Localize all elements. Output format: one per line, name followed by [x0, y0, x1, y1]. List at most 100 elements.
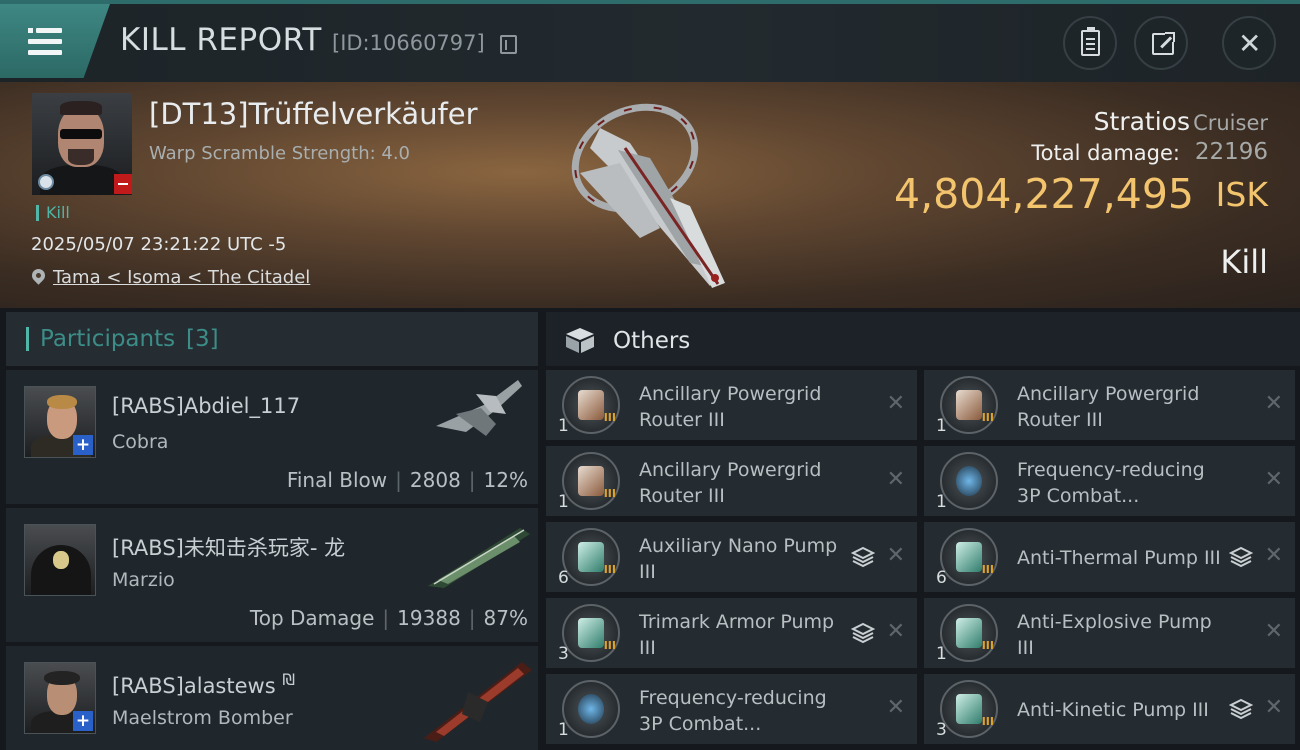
participant-ship: Marzio — [112, 569, 175, 591]
menu-button[interactable] — [0, 4, 110, 78]
armor-pump-icon: III — [940, 680, 998, 738]
copy-icon[interactable] — [500, 35, 517, 54]
participant-name: [RABS]Abdiel_117 — [112, 394, 301, 418]
armor-pump-icon: III — [562, 528, 620, 586]
destroyed-x-icon: ✕ — [886, 467, 905, 492]
combat-module-icon — [940, 452, 998, 510]
destroyed-x-icon: ✕ — [1264, 543, 1283, 568]
item-row[interactable]: III 3 Trimark Armor Pump III ✕ — [546, 598, 917, 668]
item-name: Anti-Kinetic Pump III — [1017, 699, 1209, 721]
item-name: Frequency-reducing 3P Combat... — [1017, 459, 1205, 507]
item-name: Auxiliary Nano Pump III — [639, 535, 838, 583]
participant-ship-image — [428, 528, 530, 588]
item-row[interactable]: III 6 Auxiliary Nano Pump III ✕ — [546, 522, 917, 592]
share-button[interactable] — [1134, 16, 1188, 70]
powergrid-router-icon: III — [940, 376, 998, 434]
stack-icon — [1229, 546, 1253, 568]
page-title: KILL REPORT — [120, 22, 322, 58]
item-row[interactable]: III 1 Ancillary Powergrid Router III ✕ — [546, 370, 917, 440]
participant-ship: Maelstrom Bomber — [112, 707, 293, 729]
participant-row[interactable]: [RABS]未知击杀玩家- 龙 Marzio Top Damage | 19388 |… — [6, 508, 538, 642]
participant-name: [RABS]alastews ₪ — [112, 670, 295, 698]
item-name: Anti-Explosive Pump III — [1017, 611, 1212, 659]
others-header: Others — [546, 312, 1300, 366]
destroyed-x-icon: ✕ — [1264, 619, 1283, 644]
report-id: [ID:10660797] — [332, 31, 485, 55]
warp-scramble-strength: Warp Scramble Strength: 4.0 — [149, 143, 411, 164]
corporation-icon[interactable] — [38, 174, 54, 190]
kill-tag: Kill — [36, 205, 70, 221]
participant-row[interactable]: + [RABS]Abdiel_117 Cobra Final Blow | 2808… — [6, 370, 538, 504]
participant-row[interactable]: + [RABS]alastews ₪ Maelstrom Bomber — [6, 646, 538, 750]
participant-ship-image — [424, 662, 532, 742]
participant-role: Top Damage — [249, 606, 375, 630]
participants-header: Participants [3] — [6, 312, 538, 366]
destroyed-x-icon: ✕ — [886, 391, 905, 416]
stack-icon — [851, 546, 875, 568]
destroyed-x-icon: ✕ — [1264, 695, 1283, 720]
destroyed-x-icon: ✕ — [1264, 467, 1283, 492]
item-quantity: 6 — [558, 568, 569, 588]
standing-minus-icon — [114, 174, 132, 194]
participant-damage: 2808 — [409, 468, 461, 492]
result-label: Kill — [1220, 243, 1268, 281]
plus-standing-icon: + — [73, 435, 93, 455]
powergrid-router-icon: III — [562, 376, 620, 434]
participant-avatar[interactable]: + — [24, 386, 96, 458]
stack-icon — [851, 622, 875, 644]
item-name: Trimark Armor Pump III — [639, 611, 835, 659]
armor-pump-icon: III — [562, 604, 620, 662]
item-row[interactable]: III 1 Anti-Explosive Pump III ✕ — [924, 598, 1295, 668]
item-quantity: 3 — [558, 644, 569, 664]
item-row[interactable]: 1 Frequency-reducing 3P Combat... ✕ — [546, 674, 917, 744]
isk-unit: ISK — [1215, 175, 1268, 214]
item-name: Frequency-reducing 3P Combat... — [639, 687, 827, 735]
item-name: Anti-Thermal Pump III — [1017, 547, 1221, 569]
cube-icon — [566, 328, 594, 353]
stack-icon — [1229, 698, 1253, 720]
armor-pump-icon: III — [940, 604, 998, 662]
victim-ship-name[interactable]: Stratios — [1094, 107, 1190, 136]
header-bar: KILL REPORT [ID:10660797] ✕ — [0, 0, 1300, 82]
kill-timestamp: 2025/05/07 23:21:22 UTC -5 — [31, 234, 287, 255]
item-quantity: 1 — [936, 492, 947, 512]
participant-avatar[interactable] — [24, 524, 96, 596]
participant-ship: Cobra — [112, 431, 169, 453]
item-row[interactable]: III 1 Ancillary Powergrid Router III ✕ — [546, 446, 917, 516]
item-row[interactable]: III 6 Anti-Thermal Pump III ✕ — [924, 522, 1295, 592]
item-row[interactable]: III 3 Anti-Kinetic Pump III ✕ — [924, 674, 1295, 744]
header-accent-line — [0, 0, 1300, 4]
plus-standing-icon: + — [73, 711, 93, 731]
share-icon — [1152, 31, 1176, 55]
others-label: Others — [613, 328, 691, 354]
close-button[interactable]: ✕ — [1222, 16, 1276, 70]
item-row[interactable]: 1 Frequency-reducing 3P Combat... ✕ — [924, 446, 1295, 516]
participant-percent: 12% — [483, 468, 528, 492]
item-name: Ancillary Powergrid Router III — [639, 383, 822, 431]
participant-percent: 87% — [483, 606, 528, 630]
menu-icon — [28, 28, 33, 33]
participant-ship-image — [436, 380, 522, 436]
item-quantity: 1 — [558, 492, 569, 512]
combat-module-icon — [562, 680, 620, 738]
isk-value: 4,804,227,495 — [894, 170, 1194, 218]
item-row[interactable]: III 1 Ancillary Powergrid Router III ✕ — [924, 370, 1295, 440]
total-damage-label: Total damage: — [1031, 141, 1180, 165]
victim-name[interactable]: [DT13]Trüffelverkäufer — [149, 97, 478, 131]
item-quantity: 1 — [936, 416, 947, 436]
total-damage-value: 22196 — [1194, 139, 1268, 165]
participant-stats: Top Damage | 19388 | 87% — [249, 606, 528, 630]
destroyed-x-icon: ✕ — [886, 695, 905, 720]
item-quantity: 3 — [936, 720, 947, 740]
owner-mark-icon: ₪ — [282, 670, 295, 689]
destroyed-x-icon: ✕ — [1264, 391, 1283, 416]
item-name: Ancillary Powergrid Router III — [639, 459, 822, 507]
participants-label: Participants — [40, 326, 176, 352]
participants-count: [3] — [186, 326, 219, 352]
participant-avatar[interactable]: + — [24, 662, 96, 734]
clipboard-button[interactable] — [1063, 16, 1117, 70]
item-name: Ancillary Powergrid Router III — [1017, 383, 1200, 431]
location-link[interactable]: Tama < Isoma < The Citadel — [53, 267, 310, 288]
victim-ship-image — [571, 103, 725, 288]
victim-ship-class: Cruiser — [1193, 111, 1268, 135]
